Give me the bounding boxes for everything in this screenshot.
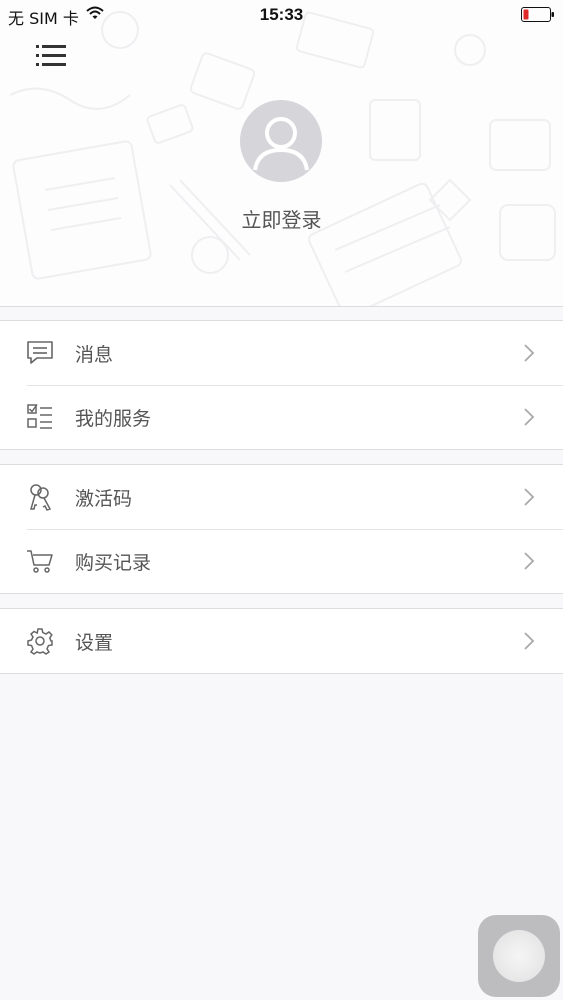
battery-low-icon [521, 7, 554, 22]
gear-icon [27, 628, 53, 655]
menu-item-label: 消息 [75, 344, 114, 366]
menu-item-messages[interactable]: 消息 [0, 321, 563, 385]
chevron-right-icon [524, 552, 535, 570]
list-menu-icon[interactable] [30, 40, 72, 72]
chevron-right-icon [524, 488, 535, 506]
cart-icon [27, 550, 53, 573]
menu-item-settings[interactable]: 设置 [0, 609, 563, 673]
assistive-touch-inner [493, 930, 545, 982]
menu-item-my-services[interactable]: 我的服务 [0, 385, 563, 449]
menu-item-label: 激活码 [75, 488, 133, 510]
chevron-right-icon [524, 408, 535, 426]
user-avatar-icon[interactable] [240, 100, 322, 182]
status-time: 15:33 [259, 5, 304, 24]
menu-group-3: 设置 [0, 608, 563, 674]
profile-header: 无 SIM 卡 15:33 立即登录 [0, 0, 563, 307]
menu-group-1: 消息 我的服务 [0, 320, 563, 450]
message-icon [27, 341, 53, 364]
menu-item-label: 我的服务 [75, 408, 152, 430]
status-bar: 无 SIM 卡 15:33 [0, 0, 563, 30]
menu-group-2: 激活码 购买记录 [0, 464, 563, 594]
menu-item-label: 设置 [75, 632, 114, 654]
checklist-icon [27, 404, 52, 429]
menu-item-label: 购买记录 [75, 552, 152, 574]
login-link[interactable]: 立即登录 [0, 204, 563, 233]
chevron-right-icon [524, 632, 535, 650]
chevron-right-icon [524, 344, 535, 362]
keys-icon [30, 484, 52, 511]
menu-item-purchase-history[interactable]: 购买记录 [0, 529, 563, 593]
assistive-touch-icon[interactable] [478, 915, 560, 997]
menu-item-activation-code[interactable]: 激活码 [0, 465, 563, 529]
